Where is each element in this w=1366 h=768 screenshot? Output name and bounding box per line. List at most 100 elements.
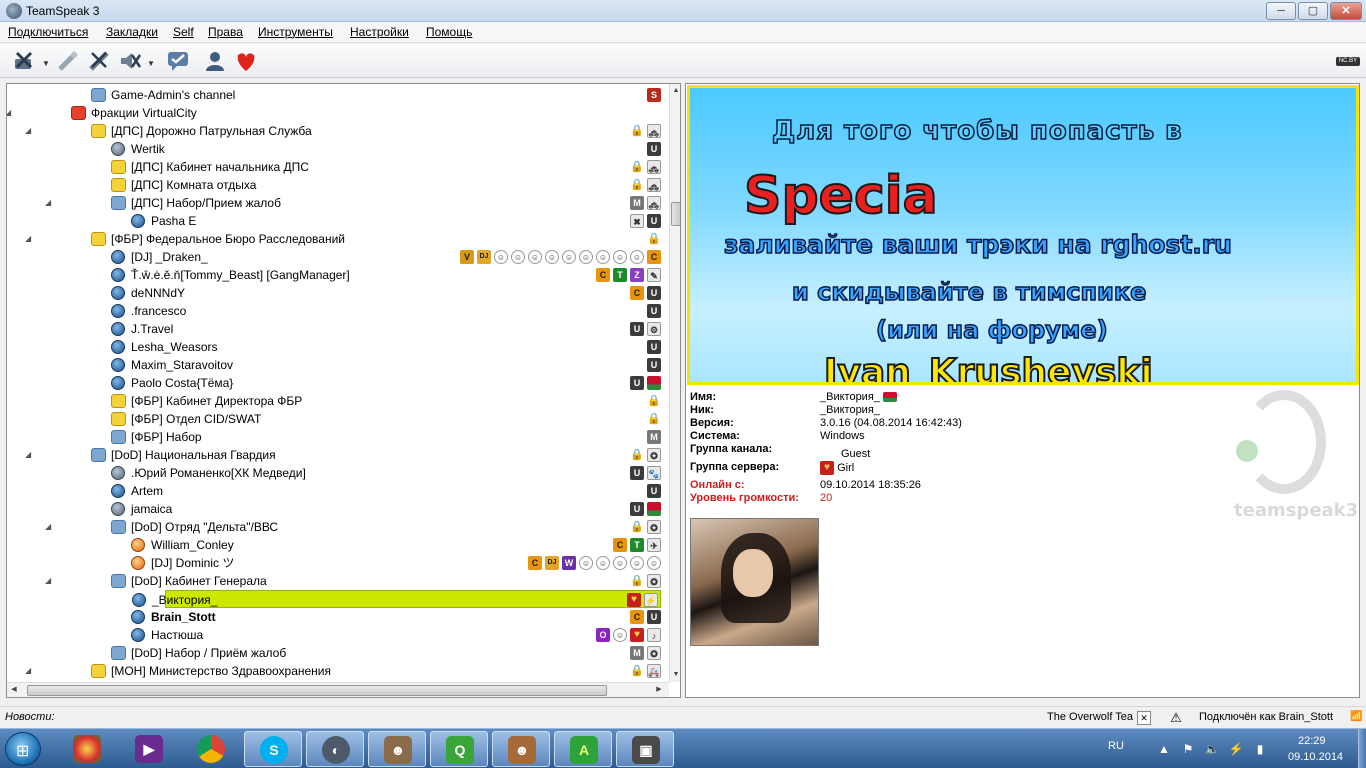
- gta-char-icon[interactable]: ☻: [492, 731, 550, 767]
- expand-arrow-icon[interactable]: ◢: [45, 518, 55, 536]
- tree-vertical-scrollbar[interactable]: ▲ ▼: [669, 84, 680, 682]
- minimize-button[interactable]: ─: [1266, 2, 1296, 20]
- scroll-down-icon[interactable]: ▼: [670, 669, 680, 681]
- expand-arrow-icon[interactable]: ◢: [25, 230, 35, 248]
- channel-name: [ФБР] Федеральное Бюро Расследований: [111, 232, 345, 246]
- scroll-left-icon[interactable]: ◀: [8, 684, 20, 696]
- show-desktop-button[interactable]: [1358, 729, 1366, 768]
- tree-user-row[interactable]: Paolo Costa{Тёма} U: [7, 374, 663, 392]
- scroll-right-icon[interactable]: ▶: [653, 684, 665, 696]
- tree-user-row[interactable]: Maxim_Staravoitov U: [7, 356, 663, 374]
- maximize-button[interactable]: ▢: [1298, 2, 1328, 20]
- tree-channel-row[interactable]: ◢ [ДПС] Дорожно Патрульная Служба 🔒 🚓: [7, 122, 663, 140]
- tree-user-row[interactable]: .Юрий Романенко[ХК Медведи] U 🐾: [7, 464, 663, 482]
- menu-tools[interactable]: Инструменты: [258, 25, 333, 39]
- expand-arrow-icon[interactable]: ◢: [25, 446, 35, 464]
- tree-channel-row[interactable]: ◢ [DoD] Национальная Гвардия 🔒 ✪: [7, 446, 663, 464]
- overwolf-notice[interactable]: The Overwolf Tea: [1047, 711, 1133, 723]
- menu-connections[interactable]: Подключиться: [8, 25, 88, 39]
- quicktime-icon[interactable]: Q: [430, 731, 488, 767]
- scroll-thumb[interactable]: [671, 202, 680, 226]
- teamspeak-logo-icon[interactable]: [234, 49, 258, 73]
- tree-user-row[interactable]: Artem U: [7, 482, 663, 500]
- clock-time[interactable]: 22:29: [1298, 735, 1326, 747]
- tree-user-row[interactable]: jamaica U: [7, 500, 663, 518]
- volume-icon[interactable]: 🔈: [1204, 741, 1220, 757]
- tree-user-row[interactable]: [DJ] _Draken_ V DJ ☺ ☺ ☺ ☺ ☺ ☺ ☺ ☺ ☺ C: [7, 248, 663, 266]
- tree-user-row[interactable]: deNNNdY C U: [7, 284, 663, 302]
- tree-user-row[interactable]: _Виктория_ ♥ ⚡: [132, 590, 661, 608]
- language-indicator[interactable]: RU: [1108, 740, 1124, 752]
- contacts-icon[interactable]: [203, 49, 227, 73]
- scroll-up-icon[interactable]: ▲: [670, 85, 680, 97]
- tree-horizontal-scrollbar[interactable]: ◀ ▶: [7, 682, 669, 697]
- channel-tree[interactable]: Game-Admin's channel S ◢ Фракции VirtualCit…: [6, 83, 681, 698]
- mute-speakers-icon[interactable]: [118, 49, 142, 73]
- user-status-icon: [111, 250, 125, 264]
- tree-channel-row[interactable]: [ФБР] Набор M: [7, 428, 663, 446]
- menu-help[interactable]: Помощь: [426, 25, 472, 39]
- expand-arrow-icon[interactable]: ◢: [25, 662, 35, 680]
- tree-user-row[interactable]: Brain_Stott C U: [7, 608, 663, 626]
- clock-date[interactable]: 09.10.2014: [1288, 751, 1343, 763]
- expand-arrow-icon[interactable]: ◢: [45, 572, 55, 590]
- tree-user-row[interactable]: Ť.ŵ.ė.ě.ň[Tommy_Beast] [GangManager] C T Z ✎: [7, 266, 663, 284]
- tree-channel-row[interactable]: ◢ [ФБР] Федеральное Бюро Расследований 🔒: [7, 230, 663, 248]
- tree-channel-row[interactable]: [DoD] Набор / Приём жалоб M ✪: [7, 644, 663, 662]
- user-status-icon: [111, 286, 125, 300]
- tree-channel-row[interactable]: [ДПС] Кабинет начальника ДПС 🔒 🚓: [7, 158, 663, 176]
- user-status-icon: [111, 376, 125, 390]
- expand-arrow-icon[interactable]: ◢: [25, 122, 35, 140]
- tree-channel-row[interactable]: [ФБР] Кабинет Директора ФБР 🔒: [7, 392, 663, 410]
- start-button[interactable]: ⊞: [5, 732, 41, 766]
- badges-group: 🔒: [647, 394, 661, 408]
- menu-settings[interactable]: Настройки: [350, 25, 409, 39]
- warning-icon[interactable]: ⚠: [1168, 710, 1184, 726]
- tree-user-row[interactable]: J.Travel U ⚙: [7, 320, 663, 338]
- disconnect-icon[interactable]: [12, 49, 36, 73]
- chrome-ball-icon[interactable]: [58, 731, 116, 767]
- tree-channel-row[interactable]: [ДПС] Комната отдыха 🔒 🚓: [7, 176, 663, 194]
- close-button[interactable]: ✕: [1330, 2, 1362, 20]
- tree-user-row[interactable]: Lesha_Weasors U: [7, 338, 663, 356]
- watermark-dot: [1236, 440, 1258, 462]
- hscroll-thumb[interactable]: [27, 685, 607, 696]
- connect-icon[interactable]: [56, 49, 80, 73]
- disconnect-dropdown-icon[interactable]: ▼: [42, 59, 50, 68]
- menu-self[interactable]: Self: [173, 25, 194, 39]
- tree-channel-row[interactable]: ◢ [ДПС] Набор/Прием жалоб M 🚓: [7, 194, 663, 212]
- tree-channel-row[interactable]: Game-Admin's channel S: [7, 86, 663, 104]
- tray-expand-icon[interactable]: ▲: [1156, 741, 1172, 757]
- close-notice-icon[interactable]: ✕: [1137, 711, 1151, 725]
- chrome-icon[interactable]: [182, 731, 240, 767]
- network-icon[interactable]: ▮: [1252, 741, 1268, 757]
- video-app-icon[interactable]: ▶: [120, 731, 178, 767]
- speakers-dropdown-icon[interactable]: ▼: [147, 59, 155, 68]
- tree-user-row[interactable]: William_Conley C T ✈: [7, 536, 663, 554]
- skype-icon[interactable]: S: [244, 731, 302, 767]
- power-icon[interactable]: ⚡: [1228, 741, 1244, 757]
- tree-user-row[interactable]: Wertik U: [7, 140, 663, 158]
- tree-channel-row[interactable]: ◢ [МОН] Министерство Здравоохранения 🔒 🚑: [7, 662, 663, 680]
- tree-user-row[interactable]: .francesco U: [7, 302, 663, 320]
- badge-u-icon: U: [647, 286, 661, 300]
- tree-channel-row[interactable]: ◢ Фракции VirtualCity: [7, 104, 663, 122]
- menu-permissions[interactable]: Права: [208, 25, 243, 39]
- tree-channel-row[interactable]: [ФБР] Отдел CID/SWAT 🔒: [7, 410, 663, 428]
- monitor-app-icon[interactable]: ▣: [616, 731, 674, 767]
- tree-channel-row[interactable]: ◢ [DoD] Кабинет Генерала 🔒 ✪: [7, 572, 663, 590]
- tree-user-row[interactable]: [DJ] Dominic ツ C DJ W ☺ ☺ ☺ ☺ ☺: [7, 554, 663, 572]
- tree-channel-row[interactable]: ◢ [DoD] Отряд "Дельта"/ВВС 🔒 ✪: [7, 518, 663, 536]
- mute-mic-icon[interactable]: [87, 49, 111, 73]
- expand-arrow-icon[interactable]: ◢: [45, 194, 55, 212]
- font-app-icon[interactable]: A: [554, 731, 612, 767]
- game-avatar-icon[interactable]: ☻: [368, 731, 426, 767]
- menu-bookmarks[interactable]: Закладки: [106, 25, 158, 39]
- tree-user-row[interactable]: Настюша O ☺ ♥ ♪: [7, 626, 663, 644]
- expand-arrow-icon[interactable]: ◢: [7, 104, 15, 122]
- teamspeak-icon[interactable]: ◐: [306, 731, 364, 767]
- tree-user-row[interactable]: Pasha E ✖ U: [7, 212, 663, 230]
- away-icon[interactable]: [166, 49, 190, 73]
- channel-icon: [111, 430, 126, 444]
- action-center-flag-icon[interactable]: ⚑: [1180, 741, 1196, 757]
